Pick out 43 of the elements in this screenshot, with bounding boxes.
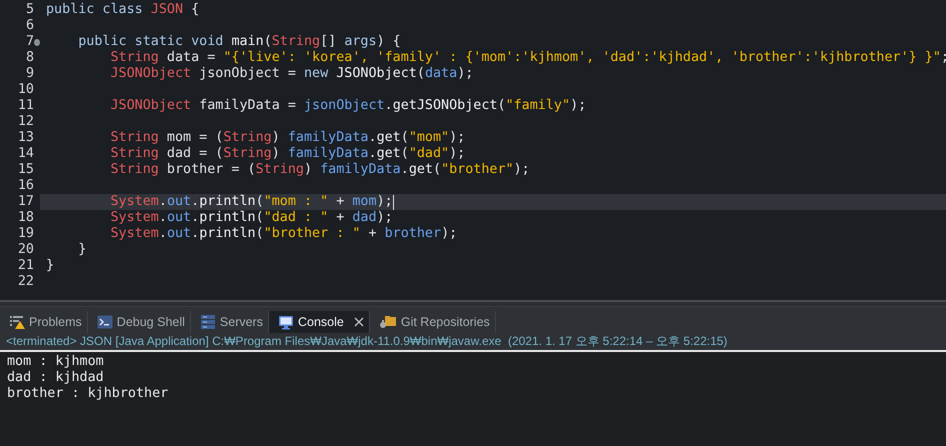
line-number: 6 (26, 18, 34, 34)
code-line: String dad = (String) familyData.get("dad"); (109, 146, 466, 162)
code-line: } (46, 258, 54, 274)
line-number: 7 (26, 34, 34, 50)
code-line: public static void main(String[] args) { (77, 34, 401, 50)
line-number: 22 (18, 274, 34, 290)
code-line: JSONObject familyData = jsonObject.getJSONObject("family"); (109, 98, 586, 114)
line-number: 5 (26, 2, 34, 18)
line-number: 14 (18, 146, 34, 162)
line-number: 8 (26, 50, 34, 66)
warning-list-icon (9, 314, 25, 330)
line-number: 13 (18, 130, 34, 146)
line-number: 19 (18, 226, 34, 242)
panel-tab[interactable]: Console (268, 311, 370, 333)
code-line: String mom = (String) familyData.get("mom"); (109, 130, 466, 146)
line-number: 17 (18, 194, 34, 210)
folder-icon (378, 314, 397, 330)
line-number: 16 (18, 178, 34, 194)
code-line: String brother = (String) familyData.get("brother"); (109, 162, 530, 178)
console-output-line: mom : kjhmom (7, 354, 105, 370)
code-line: System.out.println("brother : " + brother); (109, 226, 458, 242)
line-number: 9 (26, 66, 34, 82)
line-number: 10 (18, 82, 34, 98)
code-line: } (77, 242, 86, 258)
line-number: 11 (18, 98, 34, 114)
code-line: System.out.println("mom : " + mom); (109, 194, 393, 210)
monitor-icon (278, 314, 294, 330)
collapse-icon[interactable] (34, 38, 40, 46)
server-stack-icon (200, 314, 216, 330)
code-line: System.out.println("dad : " + dad); (109, 210, 393, 226)
code-line: public class JSON { (46, 2, 200, 18)
code-line: JSONObject jsonObject = new JSONObject(data); (109, 66, 474, 82)
terminal-icon (96, 314, 113, 330)
close-icon[interactable] (354, 317, 364, 327)
code-line: String data = "{'live': 'korea', 'family' : {'mom':'kjhmom', 'dad':'kjhdad', 'brother':'kjhbrother'} }"; (109, 50, 946, 66)
console-output-line: dad : kjhdad (7, 370, 105, 386)
console-output-line: brother : kjhbrother (7, 386, 170, 402)
line-number: 21 (18, 258, 34, 274)
line-number: 18 (18, 210, 34, 226)
line-number: 12 (18, 114, 34, 130)
line-number: 15 (18, 162, 34, 178)
text-cursor (392, 194, 394, 210)
line-number: 20 (18, 242, 34, 258)
